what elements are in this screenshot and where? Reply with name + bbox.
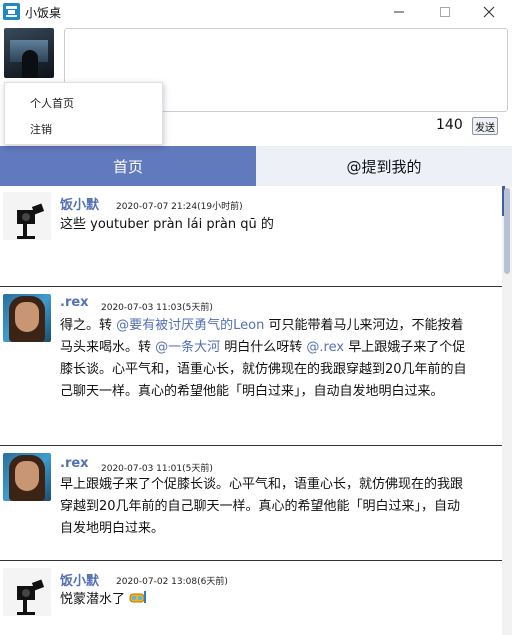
post-text: 得之。转 @要有被讨厌勇气的Leon 可只能带着马儿来河边，不能按着马头来喝水。… — [60, 315, 470, 403]
feed-scrollbar[interactable] — [502, 186, 512, 635]
post-text: 早上跟娥子来了个促膝长谈。心平气和，语重心长，就仿佛现在的我跟穿越到20几年前的… — [60, 477, 464, 536]
tab-home[interactable]: 首页 — [0, 146, 256, 186]
timeline-feed: 饭小默 2020-07-07 21:24(19小时前) 这些 youtuber … — [0, 186, 502, 635]
avatar-figure — [22, 50, 38, 78]
post-divider — [0, 286, 502, 287]
post-time: 2020-07-03 11:01(5天前) — [101, 464, 213, 474]
send-button[interactable]: 发送 — [472, 117, 498, 135]
tab-bar: 首页 @提到我的 — [0, 146, 512, 186]
post-author[interactable]: .rex — [60, 456, 89, 471]
tab-mentions[interactable]: @提到我的 — [256, 146, 512, 186]
app-icon — [3, 3, 20, 20]
post-time: 2020-07-03 11:03(5天前) — [101, 303, 213, 313]
text-segment: 悦蒙潜水了 — [60, 592, 126, 607]
post-divider — [0, 445, 502, 446]
post-author[interactable]: .rex — [60, 295, 89, 310]
text-segment: 明白什么呀转 — [220, 340, 307, 355]
user-menu-popup: 个人首页 注销 — [4, 82, 163, 145]
menu-item-logout[interactable]: 注销 — [30, 121, 52, 137]
close-icon — [483, 6, 495, 18]
post-text: 悦蒙潜水了 — [60, 589, 470, 611]
camera-icon[interactable] — [3, 192, 51, 240]
portrait-avatar[interactable] — [3, 294, 51, 342]
window-title: 小饭桌 — [25, 6, 62, 20]
mention-link[interactable]: @一条大河 — [155, 340, 220, 355]
user-avatar[interactable] — [4, 28, 54, 78]
menu-item-profile[interactable]: 个人首页 — [30, 95, 74, 111]
maximize-icon — [440, 7, 450, 17]
close-button[interactable] — [466, 0, 512, 24]
post-text: 这些 youtuber pràn lái pràn qū 的 — [60, 217, 274, 232]
minimize-button[interactable] — [376, 0, 422, 24]
camera-icon[interactable] — [3, 568, 51, 616]
post-author[interactable]: 饭小默 — [60, 570, 99, 589]
post-time: 2020-07-02 13:08(6天前) — [116, 577, 228, 587]
avatar-face — [15, 302, 39, 332]
diving-mask-icon — [129, 591, 147, 603]
maximize-button[interactable] — [422, 0, 468, 24]
mention-link[interactable]: @要有被讨厌勇气的Leon — [116, 318, 264, 333]
portrait-avatar[interactable] — [3, 453, 51, 501]
avatar-face — [15, 461, 39, 491]
minimize-icon — [394, 11, 404, 13]
post-divider — [0, 560, 502, 561]
mention-link[interactable]: @.rex — [306, 340, 344, 355]
text-segment: 得之。转 — [60, 318, 117, 333]
scrollbar-thumb[interactable] — [504, 188, 510, 274]
title-bar: 小饭桌 — [0, 0, 512, 24]
post-author[interactable]: 饭小默 — [60, 194, 99, 213]
post-time: 2020-07-07 21:24(19小时前) — [116, 202, 243, 212]
char-count: 140 — [436, 117, 463, 133]
